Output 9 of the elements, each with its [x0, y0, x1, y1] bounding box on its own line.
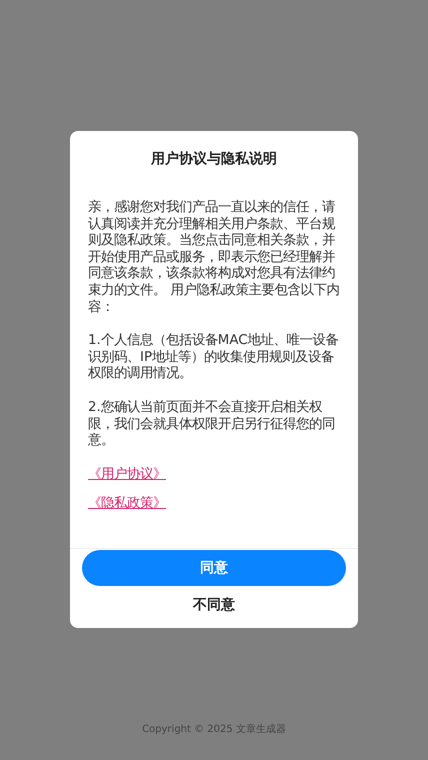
policy-link[interactable]: 《用户协议》	[88, 466, 166, 484]
dialog-title: 用户协议与隐私说明	[150, 150, 278, 168]
body-paragraph: 2.您确认当前页面并不会直接开启相关权限，我们会就具体权限开启另行征得您的同意。	[88, 400, 336, 450]
body-paragraph: 亲，感谢您对我们产品一直以来的信任，请认真阅读并充分理解相关用户条款、平台规则及隐私政策。当您点击同意相关条款，并开始使用产品或服务，即表示您已经理解并同意该条款，该条款将构成对您具有法律约束力的文件。 用户隐私政策主要包含以下内容：	[88, 200, 340, 316]
disagree-button[interactable]: 不同意	[185, 592, 243, 618]
copyright-text: Copyright © 2025 文章生成器	[142, 722, 286, 736]
policy-link[interactable]: 《隐私政策》	[88, 496, 166, 513]
body-paragraph: 1.个人信息（包括设备MAC地址、唯一设备识别码、IP地址等）的收集使用规则及设备权限的调用情况。	[88, 333, 340, 383]
agree-button[interactable]: 同意	[82, 550, 346, 586]
